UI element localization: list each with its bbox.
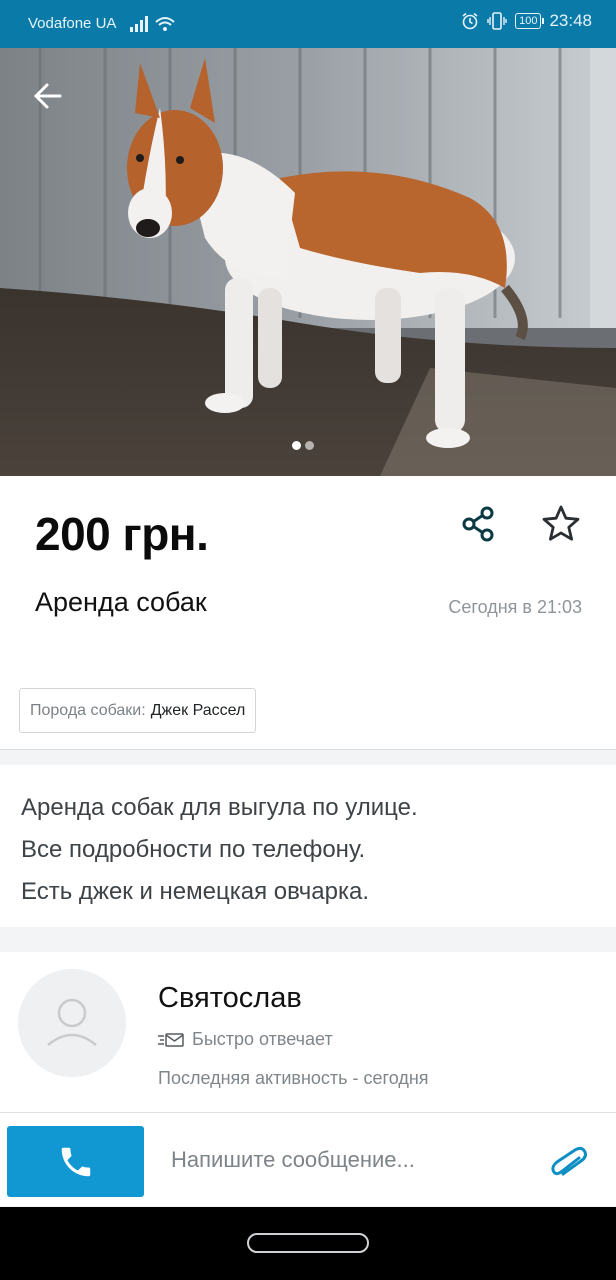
fast-response-badge: Быстро отвечает <box>158 1029 333 1050</box>
pager-dot-active[interactable] <box>292 441 301 450</box>
fast-mail-icon <box>158 1032 184 1047</box>
param-value: Джек Рассел <box>150 701 246 719</box>
dog-photo-image <box>0 48 616 476</box>
call-button[interactable] <box>7 1126 144 1197</box>
paperclip-icon[interactable] <box>547 1144 589 1178</box>
status-bar: Vodafone UA 100 23:48 <box>0 0 616 48</box>
listing-description: Аренда собак для выгула по улице. Все по… <box>0 765 616 927</box>
pager-dot[interactable] <box>305 441 314 450</box>
battery-icon: 100 <box>515 13 545 29</box>
listing-photo[interactable] <box>0 48 616 476</box>
listing-title: Аренда собак <box>35 587 207 617</box>
fast-response-label: Быстро отвечает <box>192 1029 333 1049</box>
description-line: Есть джек и немецкая овчарка. <box>21 878 370 905</box>
param-chip-breed: Порода собаки: Джек Рассел <box>19 688 257 733</box>
seller-name: Святослав <box>158 982 302 1014</box>
back-arrow-icon[interactable] <box>30 78 66 114</box>
share-icon[interactable] <box>460 505 498 543</box>
carrier-name: Vodafone UA <box>28 15 117 32</box>
photo-pager <box>292 441 314 450</box>
signal-wifi-icon <box>130 16 175 32</box>
message-action-bar <box>0 1112 616 1206</box>
system-nav-bar <box>0 1207 616 1280</box>
favorite-star-icon[interactable] <box>541 504 581 544</box>
message-input[interactable] <box>156 1135 536 1185</box>
clock: 23:48 <box>549 11 592 30</box>
param-key: Порода собаки: <box>30 701 146 719</box>
alarm-icon <box>462 12 478 30</box>
seller-last-activity: Последняя активность - сегодня <box>158 1068 429 1088</box>
description-line: Все подробности по телефону. <box>21 836 366 863</box>
home-gesture-pill[interactable] <box>247 1233 369 1253</box>
description-line: Аренда собак для выгула по улице. <box>21 794 418 821</box>
listing-price: 200 грн. <box>35 508 209 560</box>
listing-date: Сегодня в 21:03 <box>448 597 582 617</box>
phone-icon <box>61 1147 90 1176</box>
seller-card[interactable]: Святослав Быстро отвечает Последняя акти… <box>0 952 616 1112</box>
vibrate-icon <box>487 12 507 30</box>
avatar <box>18 969 126 1077</box>
